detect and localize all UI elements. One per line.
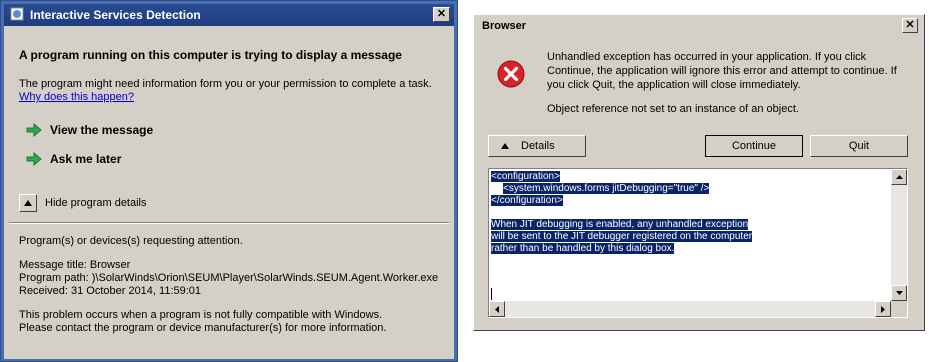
ask-later-action[interactable]: Ask me later (26, 152, 121, 166)
hide-details-label: Hide program details (45, 197, 147, 209)
text-line-6: rather than be handled by this dialog bo… (491, 243, 675, 254)
close-icon: ✕ (436, 8, 447, 20)
attention-text: Program(s) or devices(s) requesting atte… (19, 235, 243, 247)
why-link[interactable]: Why does this happen? (19, 91, 432, 104)
isd-info-text: The program might need information form … (19, 78, 432, 90)
view-message-action[interactable]: View the message (26, 123, 153, 137)
browser-error-dialog: Browser ✕ Unhandled exception has occurr… (473, 14, 925, 331)
scroll-up-icon (895, 175, 903, 179)
isd-app-icon (10, 7, 24, 21)
scrollbar-corner (891, 301, 907, 317)
details-textarea[interactable]: <configuration> <system.windows.forms ji… (488, 168, 908, 318)
scroll-left-icon (495, 305, 499, 313)
browser-close-button[interactable]: ✕ (902, 18, 918, 33)
triangle-up-icon (501, 143, 509, 149)
horizontal-scrollbar[interactable] (489, 301, 891, 317)
isd-info: The program might need information form … (19, 78, 432, 104)
green-arrow-icon (26, 152, 42, 166)
received-text: Received: 31 October 2014, 11:59:01 (19, 285, 202, 297)
quit-button[interactable]: Quit (810, 135, 908, 157)
text-line-4: When JIT debugging is enabled, any unhan… (491, 219, 749, 230)
exception-text: Object reference not set to an instance … (547, 103, 799, 115)
hide-details-button[interactable] (19, 194, 37, 212)
message-title-text: Message title: Browser (19, 259, 131, 271)
text-line-3: </configuration> (491, 195, 563, 206)
isd-details: Program(s) or devices(s) requesting atte… (19, 235, 438, 335)
isd-close-button[interactable]: ✕ (433, 7, 450, 22)
text-line-1: <configuration> (491, 171, 560, 182)
continue-button[interactable]: Continue (705, 135, 803, 157)
isd-body: A program running on this computer is tr… (4, 26, 454, 359)
compat-line-2: Please contact the program or device man… (19, 322, 387, 334)
text-caret (491, 288, 492, 300)
continue-label: Continue (731, 140, 777, 152)
error-message-text: Unhandled exception has occurred in your… (547, 51, 897, 91)
browser-title: Browser (482, 20, 527, 32)
scroll-down-button[interactable] (891, 285, 907, 301)
scroll-down-icon (895, 291, 903, 295)
isd-title-bar[interactable]: Interactive Services Detection ✕ (4, 4, 454, 26)
vertical-scrollbar[interactable] (891, 169, 907, 301)
error-message: Unhandled exception has occurred in your… (547, 50, 897, 116)
details-text: <configuration> <system.windows.forms ji… (491, 171, 753, 255)
hide-details-toggle[interactable]: Hide program details (19, 194, 147, 212)
text-line-5: will be sent to the JIT debugger registe… (491, 231, 753, 242)
triangle-up-icon (24, 200, 32, 206)
browser-title-bar[interactable]: Browser ✕ (476, 17, 922, 35)
isd-heading: A program running on this computer is tr… (19, 48, 402, 62)
close-icon: ✕ (905, 19, 915, 31)
isd-title: Interactive Services Detection (30, 8, 201, 22)
details-button[interactable]: Details (488, 135, 586, 157)
scroll-right-icon (881, 305, 885, 313)
green-arrow-icon (26, 123, 42, 137)
scroll-up-button[interactable] (891, 169, 907, 185)
view-message-label: View the message (50, 123, 154, 137)
isd-window: Interactive Services Detection ✕ A progr… (0, 0, 458, 362)
details-label: Details (521, 140, 555, 152)
isd-divider (9, 222, 449, 224)
ask-later-label: Ask me later (50, 152, 122, 166)
compat-line-1: This problem occurs when a program is no… (19, 309, 383, 321)
text-line-2: <system.windows.forms jitDebugging="true… (503, 183, 710, 194)
scroll-right-button[interactable] (875, 301, 891, 317)
program-path-text: Program path: )\SolarWinds\Orion\SEUM\Pl… (19, 272, 439, 284)
scroll-left-button[interactable] (489, 301, 505, 317)
error-icon (497, 60, 525, 88)
quit-label: Quit (848, 140, 870, 152)
